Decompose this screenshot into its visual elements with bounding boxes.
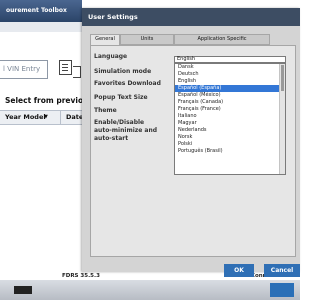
language-option[interactable]: Français (France) xyxy=(175,106,285,113)
language-option-highlighted[interactable]: Español (España) xyxy=(175,85,285,92)
status-bar: FDRS 35.5.3 Not Connected: Click th xyxy=(0,272,300,287)
language-option[interactable]: Norsk xyxy=(175,134,285,141)
document-icon[interactable] xyxy=(59,60,72,75)
document-stack-icon xyxy=(73,66,81,78)
tab-units[interactable]: Units xyxy=(120,34,174,45)
language-option[interactable]: Português (Brasil) xyxy=(175,148,285,155)
version-label: FDRS 35.5.3 xyxy=(62,273,100,279)
column-divider xyxy=(60,111,61,124)
language-option[interactable]: Français (Canada) xyxy=(175,99,285,106)
language-label: Language xyxy=(94,53,128,60)
language-option[interactable]: English xyxy=(175,78,285,85)
app-tab-title[interactable]: ourement Toolbox xyxy=(0,0,82,22)
user-settings-dialog: User Settings General Units Application … xyxy=(82,8,300,277)
auto-minimize-label-line1: Enable/Disable xyxy=(94,119,145,126)
dropdown-scrollbar[interactable] xyxy=(279,64,285,174)
auto-minimize-label-line3: auto-start xyxy=(94,135,129,142)
language-dropdown-list: Dansk Deutsch English Español (España) E… xyxy=(174,63,286,175)
tab-application-specific[interactable]: Application Specific xyxy=(174,34,270,45)
app-toolbar-strip xyxy=(0,22,82,32)
language-select[interactable]: English xyxy=(174,56,286,63)
taskbar-item[interactable] xyxy=(14,286,32,294)
simulation-mode-label: Simulation mode xyxy=(94,68,152,75)
popup-text-size-label: Popup Text Size xyxy=(94,94,148,101)
favorites-download-label: Favorites Download xyxy=(94,80,161,87)
auto-minimize-label-line2: auto-minimize and xyxy=(94,127,158,134)
sort-down-icon[interactable]: ▼ xyxy=(44,111,48,124)
scrollbar-thumb[interactable] xyxy=(281,65,284,91)
dialog-title: User Settings xyxy=(82,8,300,26)
column-date[interactable]: Date xyxy=(66,111,83,124)
language-option[interactable]: Italiano xyxy=(175,113,285,120)
vin-entry-input[interactable]: l VIN Entry xyxy=(0,60,48,79)
language-option[interactable]: Dansk xyxy=(175,64,285,71)
language-option[interactable]: Magyar xyxy=(175,120,285,127)
taskbar-button[interactable] xyxy=(270,283,294,297)
cancel-button[interactable]: Cancel xyxy=(264,264,300,277)
previous-vin-table-header: Year Model ▼ Date xyxy=(0,110,83,125)
column-year-model[interactable]: Year Model xyxy=(5,111,46,124)
language-option[interactable]: Español (México) xyxy=(175,92,285,99)
language-option[interactable]: Deutsch xyxy=(175,71,285,78)
taskbar xyxy=(0,280,300,300)
language-option[interactable]: Polski xyxy=(175,141,285,148)
theme-label: Theme xyxy=(94,107,117,114)
ok-button[interactable]: OK xyxy=(224,264,254,277)
language-option[interactable]: Nederlands xyxy=(175,127,285,134)
